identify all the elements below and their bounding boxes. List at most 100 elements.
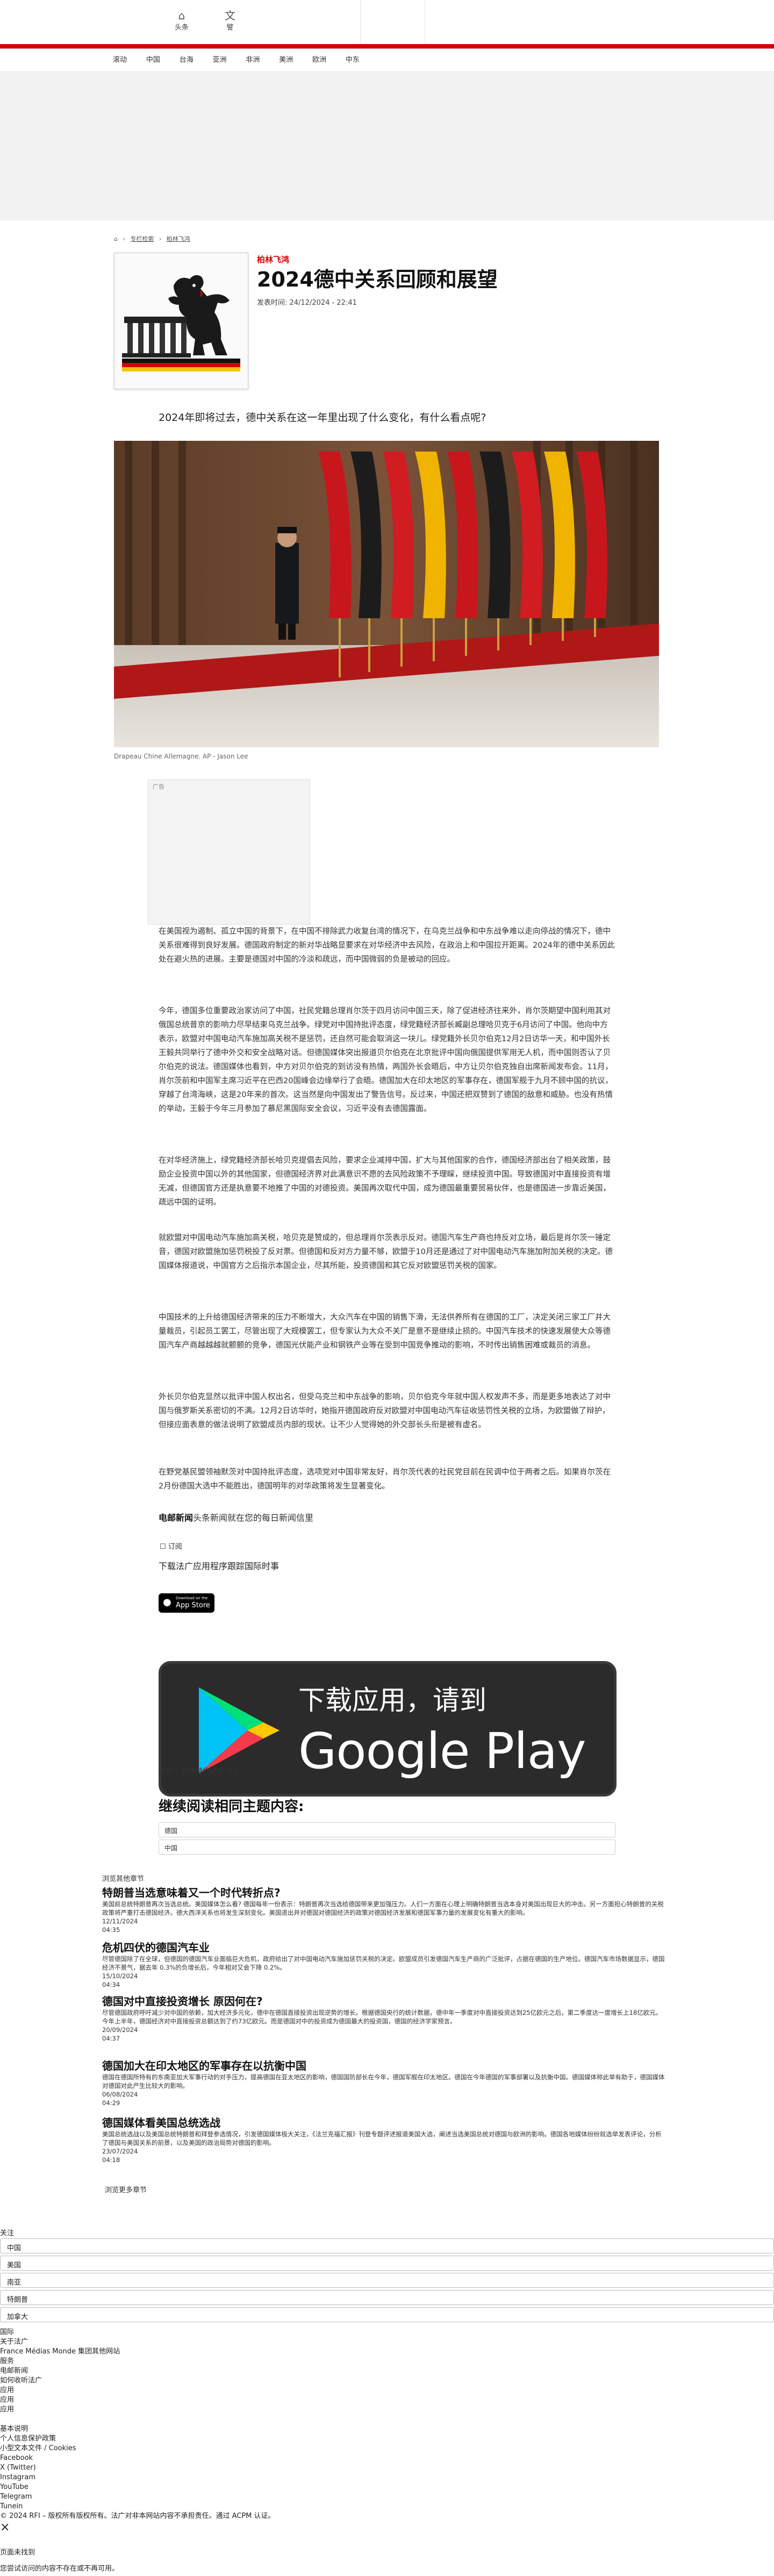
google-play-badge[interactable]: 下载应用，请到 Google Play	[159, 1661, 617, 1797]
footer-link[interactable]: 服务	[0, 2357, 14, 2366]
home-link[interactable]: ⌂ 头条	[166, 10, 198, 32]
footer-link[interactable]: 应用	[0, 2395, 14, 2405]
not-found-title: 页面未找到	[0, 2549, 35, 2557]
related-title[interactable]: 德国媒体看美国总统选战	[102, 2116, 666, 2130]
footer-link[interactable]: 关于法广	[0, 2337, 28, 2346]
footer-select[interactable]: 南亚	[0, 2273, 774, 2288]
footer-link[interactable]: 个人信息保护政策	[0, 2434, 56, 2443]
footer-select[interactable]: 特朗普	[0, 2290, 774, 2305]
footer-select[interactable]: 加拿大	[0, 2307, 774, 2322]
footer-link[interactable]: 如何收听法广	[0, 2376, 42, 2385]
gplay-line2: Google Play	[298, 1722, 586, 1780]
footer-label: 关注	[0, 2229, 15, 2237]
related-article[interactable]: 德国媒体看美国总统选战 美国总统选战以及美国总统特朗普和拜登参选情况，引发德国媒…	[102, 2116, 666, 2164]
nav-item[interactable]: 非洲	[246, 54, 260, 64]
footer-link[interactable]: Telegram	[0, 2492, 32, 2501]
footer-link[interactable]: 应用	[0, 2386, 14, 2395]
related-article[interactable]: 危机四伏的德国汽车业 尽管德国除了在全球，但德国的德国汽车业面临巨大危机，政府给…	[102, 1941, 666, 1989]
footer-link[interactable]: 小型文本文件 / Cookies	[0, 2444, 76, 2453]
related-title[interactable]: 危机四伏的德国汽车业	[102, 1941, 666, 1955]
related-article[interactable]: 德国对中直接投资增长 原因何在? 尽管德国政府呼吁减少对中国的依赖，加大经济多元…	[102, 1994, 666, 2043]
home-icon[interactable]: ⌂	[114, 235, 118, 242]
related-title[interactable]: 德国加大在印太地区的军事存在以抗衡中国	[102, 2059, 666, 2073]
footer-link[interactable]: X (Twitter)	[0, 2463, 36, 2472]
main-nav: 滚动 中国 台海 亚洲 非洲 美洲 欧洲 中东	[113, 54, 377, 67]
related-date: 23/07/2024	[102, 2148, 138, 2155]
divider	[0, 48, 774, 49]
article-paragraph: 外长贝尔伯克显然以批评中国人权出名，但受乌克兰和中东战争的影响，贝尔伯克今年就中…	[159, 1393, 611, 1429]
nav-item[interactable]: 中国	[146, 54, 160, 64]
breadcrumb-item[interactable]: 柏林飞鸿	[167, 235, 190, 242]
related-date: 15/10/2024	[102, 1972, 138, 1980]
nav-item[interactable]: 台海	[180, 54, 194, 64]
appstore-small: Download on the	[176, 1596, 208, 1600]
related-date: 12/11/2024	[102, 1917, 138, 1925]
article-paragraph: 在美国视为遏制、孤立中国的背景下，在中国不排除武力收复台湾的情况下，在乌克兰战争…	[159, 927, 615, 964]
footer-link[interactable]: 应用	[0, 2405, 14, 2414]
newsletter-promo: 电邮新闻头条新闻就在您的每日新闻信里	[159, 1511, 313, 1523]
nav-item[interactable]: 美洲	[279, 54, 293, 64]
article-title: 2024德中关系回顾和展望	[257, 268, 498, 291]
related-title[interactable]: 特朗普当选意味着又一个时代转折点?	[102, 1886, 666, 1900]
column-rubric[interactable]: 柏林飞鸿	[257, 254, 289, 265]
berlin-bear-logo	[114, 253, 248, 389]
related-article[interactable]: 德国加大在印太地区的军事存在以抗衡中国 德国在德国所特有的东南亚加大军事行动的对…	[102, 2059, 666, 2107]
related-date: 20/09/2024	[102, 2026, 138, 2034]
footer-link[interactable]: France Médias Monde 集团其他网站	[0, 2347, 120, 2356]
breadcrumb: ⌂ › 专栏检索 › 柏林飞鸿	[114, 235, 190, 242]
more-sections-link[interactable]: 浏览更多章节	[105, 2184, 147, 2194]
footer-link[interactable]: 基本说明	[0, 2424, 28, 2434]
related-time: 04:29	[102, 2099, 120, 2107]
footer-link[interactable]: Facebook	[0, 2453, 33, 2463]
google-play-icon	[199, 1687, 280, 1773]
close-icon[interactable]: ×	[0, 2521, 10, 2534]
footer-link[interactable]: Instagram	[0, 2473, 35, 2482]
related-article[interactable]: 特朗普当选意味着又一个时代转折点? 美国前总统特朗普再次当选总统。美国媒体怎么看…	[102, 1886, 666, 1934]
photo-caption: Drapeau Chine Allemagne. AP - Jason Lee	[114, 753, 248, 760]
footer-link[interactable]: 国际	[0, 2328, 14, 2337]
tag[interactable]: 中国	[159, 1840, 615, 1855]
home-label: 头条	[174, 24, 189, 32]
nav-item[interactable]: 亚洲	[213, 54, 227, 64]
related-summary: 德国在德国所特有的东南亚加大军事行动的对手压力，提高德国在亚太地区的影响，德国国…	[102, 2073, 665, 2090]
footer-select[interactable]: 美国	[0, 2256, 774, 2271]
apple-icon: ●	[163, 1597, 171, 1608]
related-summary: 美国总统选战以及美国总统特朗普和拜登参选情况，引发德国媒体极大关注，《法兰克福汇…	[102, 2130, 662, 2146]
newsletter-subscribe[interactable]: ☐ 订阅	[160, 1541, 182, 1551]
footer-link[interactable]: YouTube	[0, 2482, 28, 2492]
checkbox-label: 订阅	[168, 1543, 182, 1551]
footer-link[interactable]: Tunein	[0, 2502, 23, 2511]
newsletter-label: 电邮新闻	[159, 1513, 194, 1523]
related-date: 06/08/2024	[102, 2091, 138, 2098]
article-paragraph: 就欧盟对中国电动汽车施加高关税，哈贝克是赞成的，但总理肖尔茨表示反对。德国汽车生…	[159, 1234, 613, 1270]
appstore-big: App Store	[176, 1601, 210, 1609]
related-time: 04:34	[102, 1981, 120, 1988]
footer-select[interactable]: 中国	[0, 2238, 774, 2253]
publish-date: 发表时间: 24/12/2024 - 22:41	[257, 299, 357, 307]
footer-link[interactable]: 电邮新闻	[0, 2366, 28, 2375]
tag[interactable]: 德国	[159, 1822, 615, 1837]
ad-banner	[0, 71, 774, 220]
author: 作者： 柏林特约记者 丹三	[159, 1768, 240, 1776]
more-sections-label: 浏览其他章节	[102, 1875, 145, 1883]
nav-item[interactable]: 欧洲	[312, 54, 326, 64]
ad-box: 广告	[148, 779, 310, 925]
not-found-text: 您尝试访问的内容不存在或不再可用。	[0, 2565, 119, 2573]
nav-item[interactable]: 中东	[346, 54, 360, 64]
related-title[interactable]: 德国对中直接投资增长 原因何在?	[102, 1994, 666, 2008]
ad-label: 广告	[153, 783, 164, 790]
translate-link[interactable]: 文 譬	[214, 10, 246, 32]
article-paragraph: 今年，德国多位重要政治家访问了中国，社民党籍总理肖尔茨于四月访问中国三天，除了促…	[159, 1007, 613, 1113]
related-summary: 尽管德国除了在全球，但德国的德国汽车业面临巨大危机，政府给出了对中国电动汽车施加…	[102, 1955, 665, 1971]
related-time: 04:35	[102, 1926, 120, 1934]
article-paragraph: 在野党基民盟领袖默茨对中国持批评态度，选项党对中国非常友好，肖尔茨代表的社民党目…	[159, 1468, 611, 1491]
article-paragraph: 在对华经济施上，绿党籍经济部长哈贝克提倡去风险，要求企业减排中国，扩大与其他国家…	[159, 1156, 611, 1207]
checkbox[interactable]: ☐	[160, 1543, 166, 1551]
article-lead: 2024年即将过去，德中关系在这一年里出现了什么变化，有什么看点呢?	[159, 412, 486, 424]
nav-item[interactable]: 滚动	[113, 54, 127, 64]
copyright: © 2024 RFI – 版权所有版权所有。法广对非本网站内容不承担责任。通过 …	[0, 2512, 275, 2520]
app-store-badge[interactable]: ● Download on the App Store	[159, 1593, 214, 1613]
breadcrumb-item[interactable]: 专栏检索	[130, 235, 154, 242]
flags-photo	[114, 441, 659, 747]
newsletter-text: 头条新闻就在您的每日新闻信里	[193, 1513, 314, 1523]
